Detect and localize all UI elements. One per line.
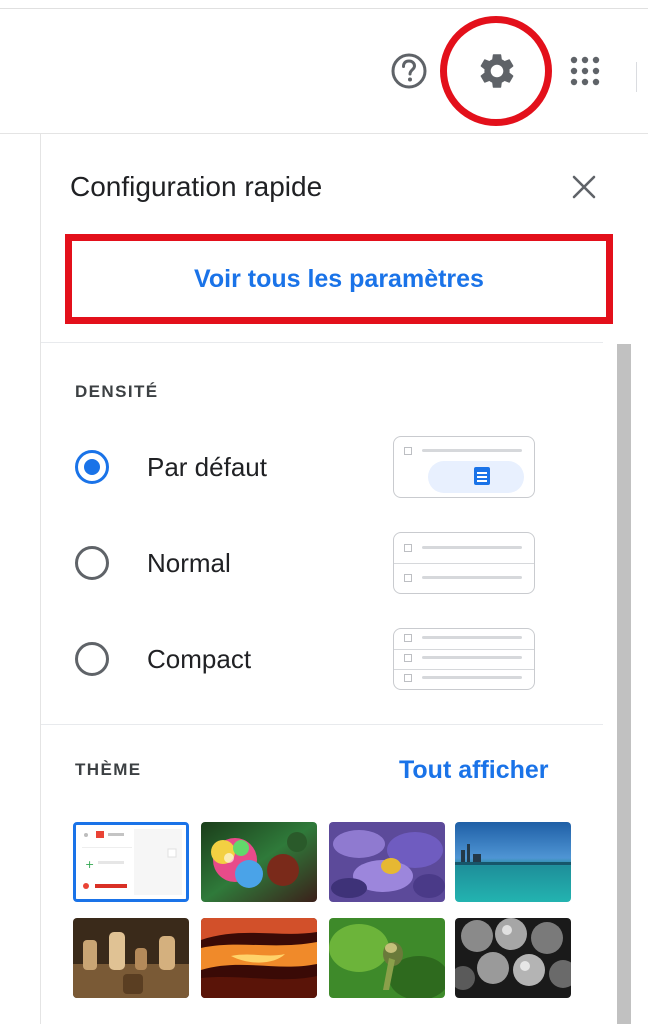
view-all-themes-link[interactable]: Tout afficher	[399, 756, 549, 785]
density-preview-normal	[393, 532, 535, 594]
theme-heading: THÈME	[75, 760, 142, 779]
density-preview-pill	[428, 461, 524, 493]
divider	[41, 342, 603, 343]
density-preview-compact	[393, 628, 535, 690]
theme-thumbnail-green-plant[interactable]	[329, 918, 445, 998]
density-radio-compact[interactable]	[75, 642, 109, 676]
theme-thumbnail-purple-flowers[interactable]	[329, 822, 445, 902]
svg-text:+: +	[85, 858, 94, 871]
see-all-settings-button[interactable]: Voir tous les paramètres	[72, 241, 606, 317]
density-radio-default[interactable]	[75, 450, 109, 484]
close-icon[interactable]	[567, 170, 601, 204]
quick-settings-panel: Configuration rapide Voir tous les param…	[40, 134, 631, 1024]
theme-thumbnail-default[interactable]: +	[73, 822, 189, 902]
scrollbar-thumb[interactable]	[617, 344, 631, 1024]
density-heading: DENSITÉ	[75, 382, 159, 401]
divider	[41, 724, 603, 725]
gear-icon[interactable]	[474, 48, 520, 94]
density-radio-normal[interactable]	[75, 546, 109, 580]
density-label-normal: Normal	[147, 548, 231, 578]
theme-thumbnail-canyon[interactable]	[201, 918, 317, 998]
theme-thumbnail-bubbles-bw[interactable]	[455, 918, 571, 998]
theme-thumbnail-chess[interactable]	[73, 918, 189, 998]
header-bar	[0, 0, 648, 134]
panel-title: Configuration rapide	[70, 171, 323, 202]
document-icon	[474, 467, 490, 485]
header-divider	[636, 62, 637, 92]
theme-thumbnail-colorful-bubbles[interactable]	[201, 822, 317, 902]
density-label-compact: Compact	[147, 644, 252, 674]
density-preview-default	[393, 436, 535, 498]
help-icon[interactable]	[386, 48, 432, 94]
theme-thumbnail-lake-city[interactable]	[455, 822, 571, 902]
density-label-default: Par défaut	[147, 452, 267, 482]
apps-grid-icon[interactable]	[562, 48, 608, 94]
